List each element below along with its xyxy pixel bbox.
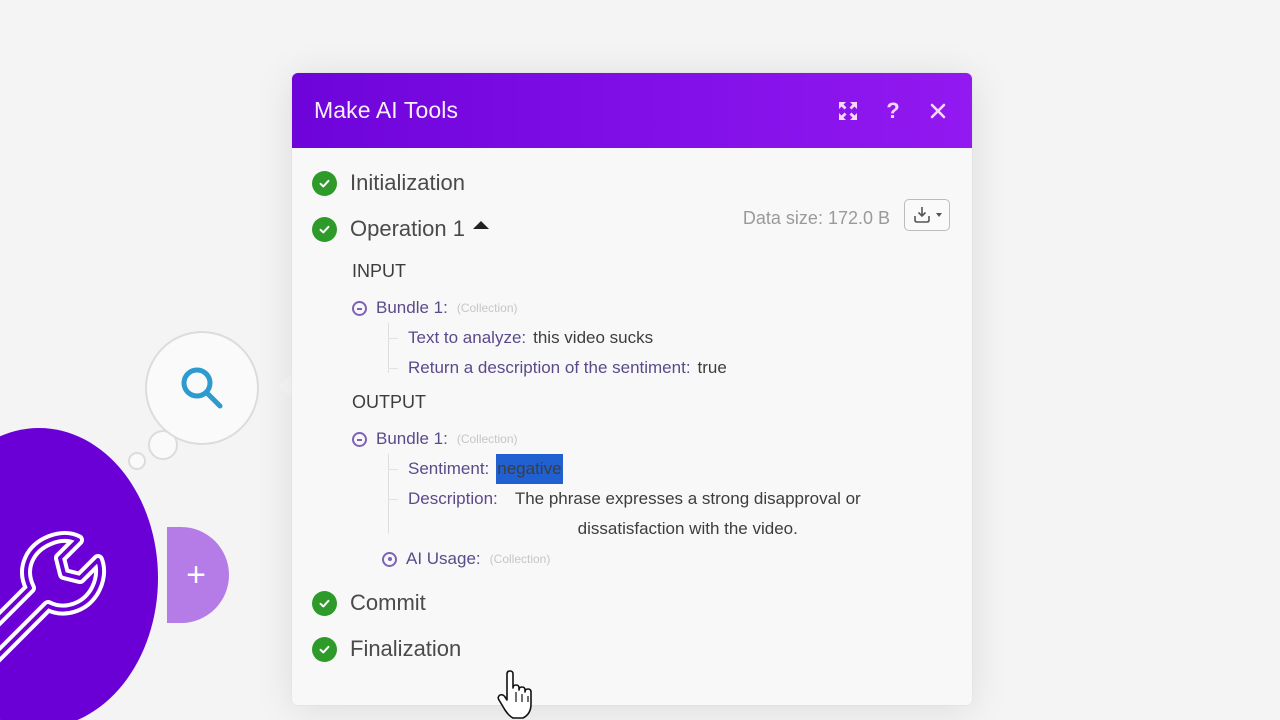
field-key: Description: <box>408 489 498 508</box>
panel-body: Initialization Operation 1 Data size: 17… <box>292 148 972 672</box>
step-label: Commit <box>350 590 426 615</box>
panel-header: Make AI Tools ? <box>292 73 972 148</box>
input-section: INPUT Bundle 1: (Collection) Text to ana… <box>352 256 952 383</box>
field-value: The phrase expresses a strong disapprova… <box>514 489 861 538</box>
plus-icon: + <box>186 555 206 594</box>
step-commit[interactable]: Commit <box>312 580 952 626</box>
output-section: OUTPUT Bundle 1: (Collection) Sentiment:… <box>352 387 952 574</box>
step-label: Initialization <box>350 170 465 195</box>
field-row: Return a description of the sentiment: t… <box>388 353 952 383</box>
field-value: this video sucks <box>533 328 654 347</box>
field-row: Description: The phrase expresses a stro… <box>388 484 952 544</box>
search-icon <box>181 367 223 409</box>
input-title: INPUT <box>352 261 406 281</box>
bundle-label: Bundle 1: <box>376 298 448 317</box>
collapse-caret-icon[interactable] <box>472 221 489 229</box>
execution-inspector-panel: Make AI Tools ? Initialization Operation… <box>292 73 972 705</box>
check-circle-icon <box>312 590 337 616</box>
panel-title: Make AI Tools <box>314 97 459 123</box>
field-value: true <box>697 358 727 377</box>
expand-icon <box>839 101 857 120</box>
step-label: Operation 1 <box>350 216 465 241</box>
close-icon <box>930 103 946 118</box>
download-icon <box>913 207 930 223</box>
collapse-bundle-icon[interactable] <box>352 300 367 316</box>
ai-usage-row[interactable]: AI Usage: (Collection) <box>382 544 952 574</box>
input-bundle-row[interactable]: Bundle 1: (Collection) <box>352 293 952 323</box>
close-button[interactable] <box>926 99 950 123</box>
check-circle-icon <box>312 170 337 196</box>
field-row: Text to analyze: this video sucks <box>388 323 952 353</box>
bundle-type: (Collection) <box>456 432 518 446</box>
search-node-bubble[interactable] <box>145 331 259 445</box>
bundle-label: Bundle 1: <box>376 429 448 448</box>
field-key: Return a description of the sentiment: <box>408 358 691 377</box>
check-circle-icon <box>312 636 337 662</box>
field-key: Sentiment: <box>408 459 490 478</box>
step-initialization[interactable]: Initialization <box>312 160 952 206</box>
step-finalization[interactable]: Finalization <box>312 626 952 672</box>
scenario-canvas: + Make AI Tools ? Initialization Operati… <box>0 0 1280 720</box>
help-icon: ? <box>886 97 900 123</box>
ai-usage-label: AI Usage: <box>406 549 481 568</box>
make-ai-tools-node[interactable] <box>0 428 158 720</box>
input-bundle-fields: Text to analyze: this video sucks Return… <box>388 323 952 383</box>
output-bundle-row[interactable]: Bundle 1: (Collection) <box>352 424 952 454</box>
sentiment-value-selected[interactable]: negative <box>496 454 563 484</box>
expand-button[interactable] <box>836 99 860 123</box>
output-bundle-fields: Sentiment: negative Description: The phr… <box>388 454 952 544</box>
ai-usage-type: (Collection) <box>489 552 551 566</box>
thought-bubble-small <box>128 452 146 470</box>
expand-bundle-icon[interactable] <box>382 551 397 567</box>
bundle-type: (Collection) <box>456 301 518 315</box>
data-size-label: Data size: 172.0 B <box>742 208 890 228</box>
chevron-down-icon <box>935 213 942 217</box>
field-key: Text to analyze: <box>408 328 527 347</box>
wrench-icon <box>0 531 107 663</box>
output-title: OUTPUT <box>352 392 426 412</box>
add-module-button[interactable]: + <box>167 527 229 623</box>
collapse-bundle-icon[interactable] <box>352 431 367 447</box>
download-button[interactable] <box>904 199 950 231</box>
check-circle-icon <box>312 216 337 242</box>
help-button[interactable]: ? <box>881 97 905 123</box>
panel-pointer <box>278 374 292 398</box>
step-label: Finalization <box>350 636 462 661</box>
field-row: Sentiment: negative <box>388 454 952 484</box>
